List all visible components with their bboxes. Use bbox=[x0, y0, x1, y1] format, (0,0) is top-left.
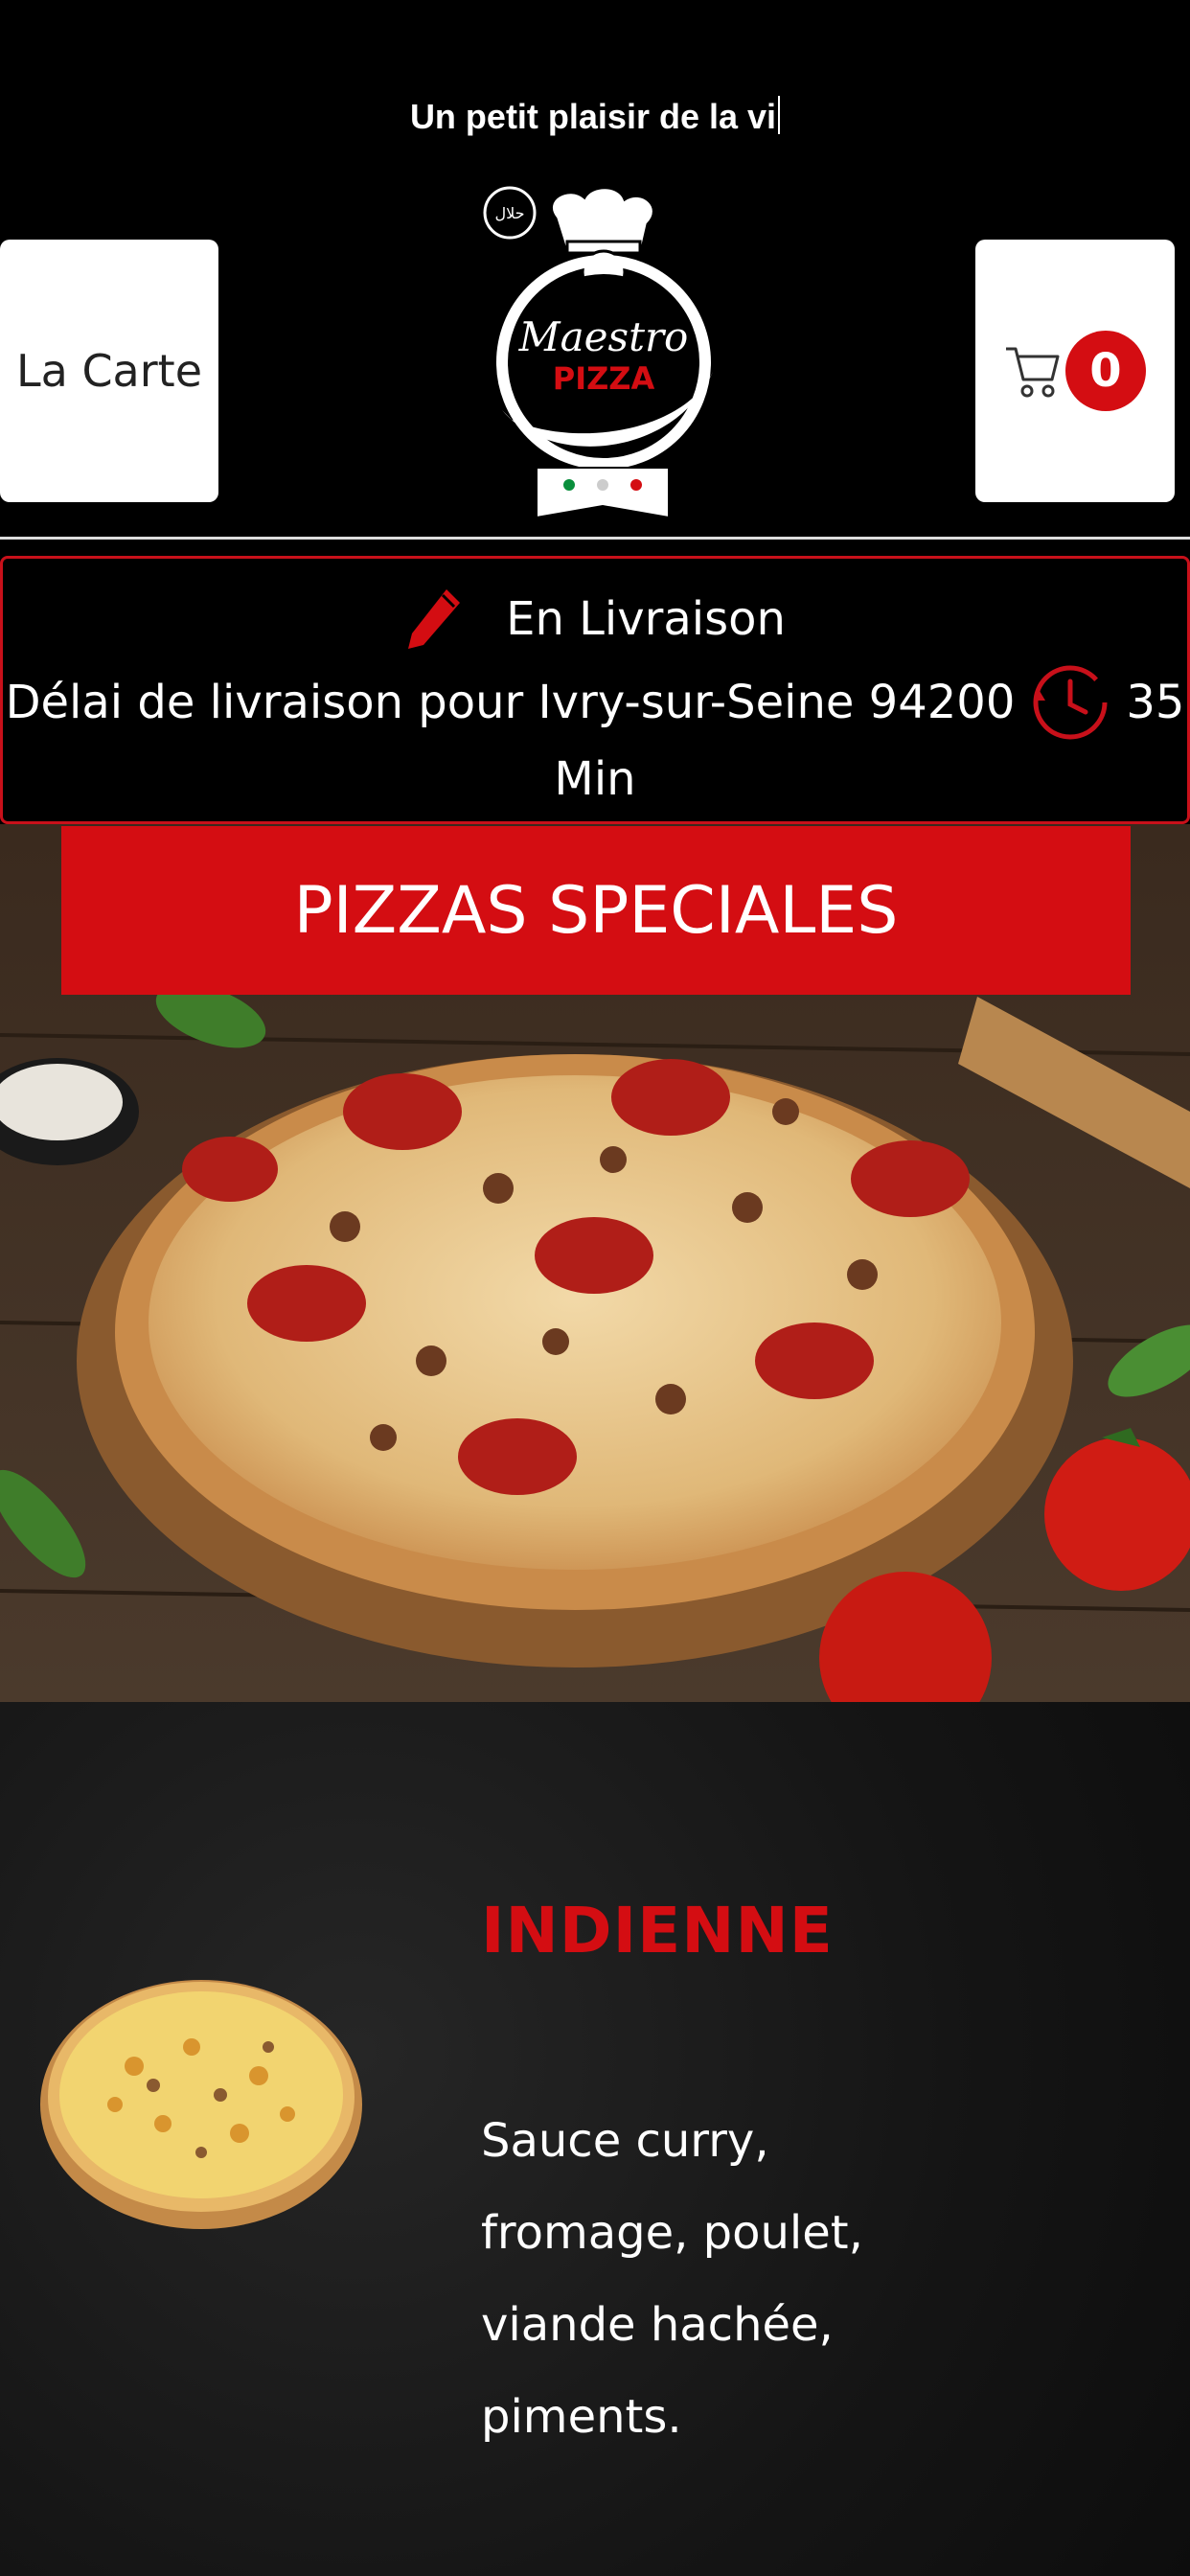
delivery-info-box[interactable]: En Livraison Délai de livraison pour Ivr… bbox=[0, 556, 1190, 824]
logo-text-top: Maestro bbox=[518, 313, 689, 360]
tagline: Un petit plaisir de la vi bbox=[0, 96, 1190, 137]
logo-text-bottom: PIZZA bbox=[553, 360, 655, 397]
menu-item-card[interactable]: INDIENNE Sauce curry, fromage, poulet, v… bbox=[0, 1702, 1190, 2576]
delivery-delay-label: Délai de livraison pour Ivry-sur-Seine 9… bbox=[5, 676, 1016, 729]
menu-button[interactable]: La Carte bbox=[0, 240, 218, 502]
delivery-delay-unit: Min bbox=[554, 752, 636, 806]
cart-icon bbox=[1006, 347, 1060, 398]
menu-item-image[interactable] bbox=[38, 1961, 364, 2239]
pencil-icon[interactable] bbox=[404, 586, 464, 653]
halal-icon: حلال bbox=[483, 186, 537, 240]
tagline-text: Un petit plaisir de la vi bbox=[409, 97, 777, 136]
cart-count-badge: 0 bbox=[1065, 331, 1146, 411]
menu-button-label: La Carte bbox=[16, 345, 202, 397]
delivery-delay-value: 35 bbox=[1126, 676, 1185, 729]
cart-button[interactable]: 0 bbox=[975, 240, 1175, 502]
restaurant-logo[interactable]: حلال Maestro PIZZA bbox=[473, 180, 722, 535]
text-caret bbox=[778, 96, 781, 134]
menu-item-description: Sauce curry, fromage, poulet, viande hac… bbox=[481, 2114, 863, 2444]
header-divider bbox=[0, 537, 1190, 540]
clock-icon bbox=[1033, 665, 1108, 740]
category-title: PIZZAS SPECIALES bbox=[293, 872, 899, 949]
delivery-mode-label: En Livraison bbox=[506, 592, 786, 646]
halal-badge-text: حلال bbox=[494, 204, 524, 222]
menu-item-name: INDIENNE bbox=[481, 1894, 834, 1967]
category-title-banner: PIZZAS SPECIALES bbox=[61, 826, 1131, 995]
